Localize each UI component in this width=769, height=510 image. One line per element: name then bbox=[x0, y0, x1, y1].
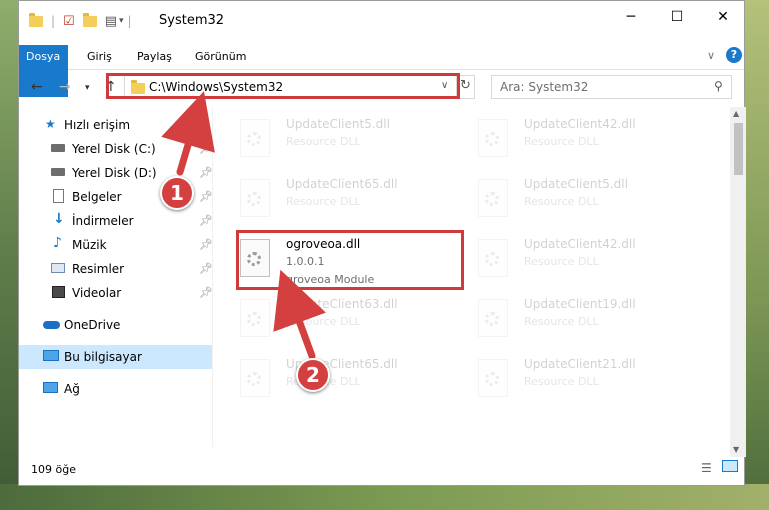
pane-divider bbox=[212, 107, 213, 447]
file-item[interactable]: UpdateClient63.dll Resource DLL bbox=[230, 293, 455, 345]
step-marker-1: 1 bbox=[160, 176, 194, 210]
drive-icon bbox=[51, 168, 65, 176]
computer-icon bbox=[43, 350, 59, 361]
sidebar-item-music[interactable]: ♪ Müzik 📌︎ bbox=[19, 233, 213, 257]
network-icon bbox=[43, 382, 58, 393]
dll-file-icon bbox=[478, 179, 508, 217]
scroll-down-icon[interactable]: ▼ bbox=[733, 445, 739, 454]
desktop-background-bottom bbox=[0, 484, 769, 510]
window-title: System32 bbox=[159, 13, 225, 28]
tab-home[interactable]: Giriş bbox=[77, 45, 122, 69]
step-marker-2: 2 bbox=[296, 358, 330, 392]
help-icon[interactable]: ? bbox=[726, 47, 742, 63]
details-view-icon[interactable]: ☰ bbox=[701, 461, 712, 475]
pin-icon[interactable]: 📌︎ bbox=[199, 190, 213, 203]
refresh-icon[interactable]: ↻ bbox=[460, 78, 471, 93]
sidebar-item-quick-access[interactable]: ★ Hızlı erişim bbox=[19, 113, 212, 137]
title-bar: | ☑ ▤ ▾ | System32 ─ ☐ ✕ bbox=[19, 1, 744, 41]
music-icon: ♪ bbox=[53, 235, 62, 251]
view-icon[interactable]: ▤ bbox=[105, 14, 117, 29]
maximize-button[interactable]: ☐ bbox=[654, 1, 700, 33]
new-folder-icon[interactable] bbox=[82, 12, 97, 31]
tab-view[interactable]: Görünüm bbox=[185, 45, 256, 69]
sidebar-item-onedrive[interactable]: OneDrive bbox=[19, 313, 212, 337]
file-item[interactable]: UpdateClient19.dll Resource DLL bbox=[468, 293, 693, 345]
scrollbar-thumb[interactable] bbox=[734, 123, 743, 175]
sidebar-item-videos[interactable]: Videolar 📌︎ bbox=[19, 281, 213, 305]
drive-icon bbox=[51, 144, 65, 152]
properties-icon[interactable]: ☑ bbox=[63, 14, 75, 29]
file-highlight-box bbox=[236, 230, 464, 290]
file-item[interactable]: UpdateClient42.dll Resource DLL bbox=[468, 233, 693, 285]
sidebar-item-network[interactable]: Ağ bbox=[19, 377, 212, 401]
status-bar: 109 öğe ☰ bbox=[19, 457, 744, 483]
star-icon: ★ bbox=[45, 117, 56, 131]
folder-icon bbox=[29, 12, 43, 27]
download-icon: ↓ bbox=[53, 211, 65, 227]
toolbar-divider: | bbox=[51, 14, 56, 28]
dll-file-icon bbox=[478, 299, 508, 337]
ribbon-tabs: Dosya Giriş Paylaş Görünüm ∨ ? bbox=[19, 45, 744, 97]
search-box[interactable]: Ara: System32 ⚲ bbox=[491, 75, 732, 99]
desktop-background-left bbox=[0, 0, 18, 510]
dll-file-icon bbox=[478, 359, 508, 397]
file-item[interactable]: UpdateClient21.dll Resource DLL bbox=[468, 353, 693, 405]
address-highlight-box bbox=[106, 73, 460, 99]
file-item[interactable]: UpdateClient65.dll Resource DLL bbox=[230, 353, 455, 405]
file-item[interactable]: UpdateClient65.dll Resource DLL bbox=[230, 173, 455, 225]
file-item[interactable]: UpdateClient5.dll Resource DLL bbox=[468, 173, 693, 225]
search-placeholder: Ara: System32 bbox=[500, 80, 589, 94]
dll-file-icon bbox=[240, 119, 270, 157]
minimize-button[interactable]: ─ bbox=[608, 1, 654, 33]
pin-icon[interactable]: 📌︎ bbox=[199, 286, 213, 299]
large-icons-view-icon[interactable] bbox=[722, 460, 738, 472]
file-item[interactable]: UpdateClient5.dll Resource DLL bbox=[230, 113, 455, 165]
dll-file-icon bbox=[240, 179, 270, 217]
sidebar-item-downloads[interactable]: ↓ İndirmeler 📌︎ bbox=[19, 209, 213, 233]
forward-button[interactable]: → bbox=[59, 79, 71, 95]
close-button[interactable]: ✕ bbox=[700, 1, 746, 33]
cloud-icon bbox=[43, 321, 60, 329]
quick-access-toolbar: | ☑ ▤ ▾ | bbox=[29, 11, 132, 31]
customize-dropdown-icon[interactable]: ▾ bbox=[119, 16, 124, 26]
tab-share[interactable]: Paylaş bbox=[127, 45, 182, 69]
picture-icon bbox=[51, 263, 65, 273]
pin-icon[interactable]: 📌︎ bbox=[199, 166, 213, 179]
document-icon bbox=[53, 189, 64, 203]
sidebar-item-this-pc[interactable]: Bu bilgisayar bbox=[19, 345, 212, 369]
pin-icon[interactable]: 📌︎ bbox=[199, 142, 213, 155]
item-count: 109 öğe bbox=[31, 463, 76, 476]
toolbar-divider: | bbox=[127, 14, 132, 28]
expand-ribbon-icon[interactable]: ∨ bbox=[707, 49, 715, 62]
pin-icon[interactable]: 📌︎ bbox=[199, 214, 213, 227]
pin-icon[interactable]: 📌︎ bbox=[199, 238, 213, 251]
pin-icon[interactable]: 📌︎ bbox=[199, 262, 213, 275]
video-icon bbox=[52, 286, 65, 298]
navigation-pane: ★ Hızlı erişim Yerel Disk (C:) 📌︎ Yerel … bbox=[19, 107, 213, 447]
vertical-scrollbar[interactable]: ▲ ▼ bbox=[730, 107, 746, 457]
sidebar-item-disk-c[interactable]: Yerel Disk (C:) 📌︎ bbox=[19, 137, 213, 161]
back-button[interactable]: ← bbox=[31, 79, 43, 95]
dll-file-icon bbox=[478, 119, 508, 157]
sidebar-item-pictures[interactable]: Resimler 📌︎ bbox=[19, 257, 213, 281]
dll-file-icon bbox=[240, 299, 270, 337]
dll-file-icon bbox=[240, 359, 270, 397]
recent-dropdown-icon[interactable]: ▾ bbox=[85, 83, 90, 93]
scroll-up-icon[interactable]: ▲ bbox=[733, 109, 739, 118]
desktop-background-right bbox=[745, 0, 769, 510]
file-item[interactable]: UpdateClient42.dll Resource DLL bbox=[468, 113, 693, 165]
dll-file-icon bbox=[478, 239, 508, 277]
search-icon: ⚲ bbox=[714, 79, 723, 93]
